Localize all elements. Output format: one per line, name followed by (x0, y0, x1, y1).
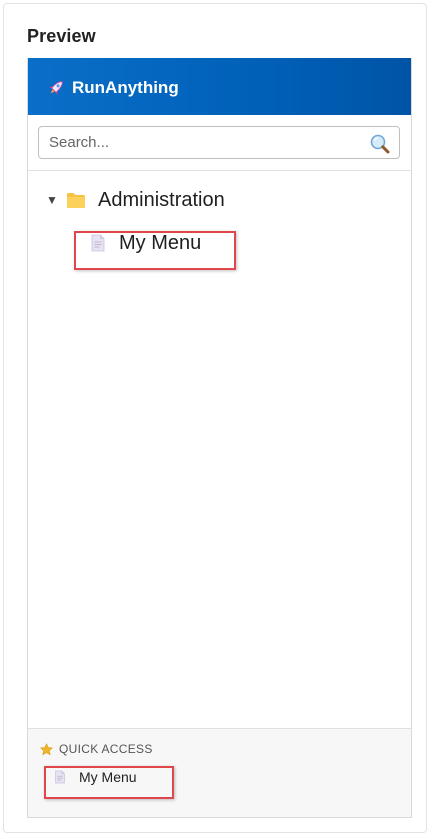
app-header: RunAnything (28, 58, 411, 115)
star-icon (40, 742, 53, 755)
quick-access-section: QUICK ACCESS My Menu (28, 728, 411, 817)
quick-access-item-my-menu[interactable]: My Menu (54, 769, 137, 785)
tree-item-label: My Menu (119, 231, 202, 254)
tree-folder-administration[interactable]: ▼ Administration (46, 186, 225, 214)
preview-heading: Preview (27, 26, 96, 46)
quick-access-header: QUICK ACCESS (40, 742, 153, 756)
tree-item-my-menu[interactable]: My Menu (90, 228, 201, 258)
search-input[interactable] (39, 127, 359, 158)
folder-icon (67, 192, 85, 208)
search-icon[interactable] (369, 133, 391, 155)
document-icon (91, 234, 105, 252)
tree-folder-label: Administration (98, 188, 225, 211)
caret-down-icon[interactable]: ▼ (46, 193, 60, 207)
divider (28, 170, 411, 171)
runanything-panel: RunAnything ▼ Administration My Menu (27, 58, 412, 818)
rocket-icon (49, 81, 63, 95)
quick-access-title: QUICK ACCESS (59, 742, 153, 756)
search-box[interactable] (38, 126, 400, 159)
app-title: RunAnything (72, 78, 179, 97)
quick-access-item-label: My Menu (79, 769, 137, 785)
document-icon (55, 770, 65, 784)
